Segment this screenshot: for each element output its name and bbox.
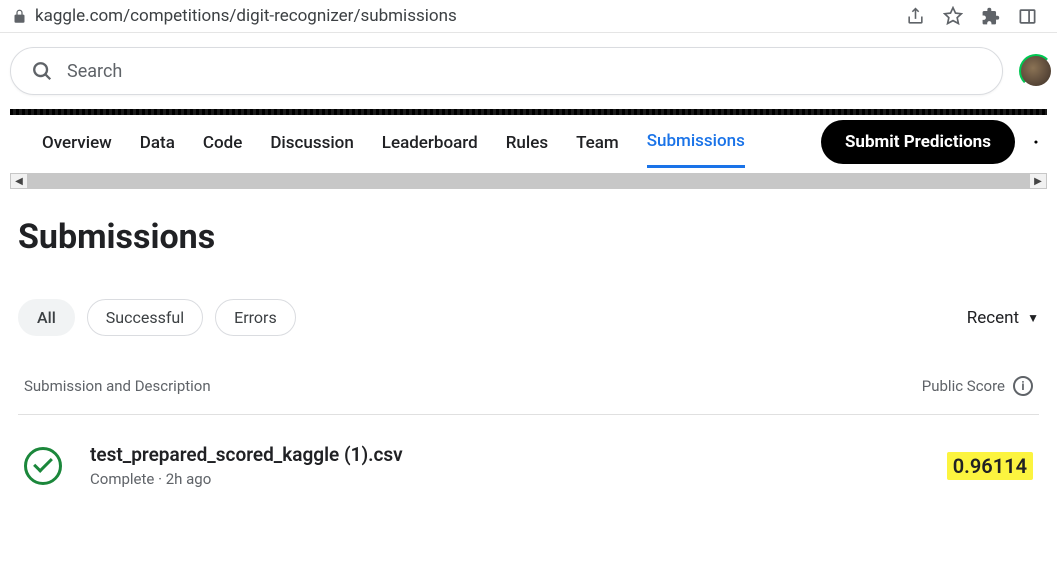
overflow-menu-icon[interactable]: · [1025,130,1047,154]
search-input[interactable] [67,61,982,82]
tab-overview[interactable]: Overview [42,133,112,167]
scroll-right-arrow[interactable]: ▶ [1029,173,1047,189]
success-check-icon [24,447,62,485]
panel-icon[interactable] [1018,7,1037,26]
search-icon [31,60,53,82]
table-header: Submission and Description Public Score … [18,366,1039,415]
chip-all[interactable]: All [18,299,75,336]
sort-dropdown[interactable]: Recent ▼ [967,308,1039,328]
avatar[interactable] [1019,54,1053,88]
share-icon[interactable] [906,7,925,26]
chip-successful[interactable]: Successful [87,299,203,336]
tabs-bar: Overview Data Code Discussion Leaderboar… [0,115,1057,169]
column-submission: Submission and Description [24,377,211,395]
info-icon[interactable]: i [1013,376,1033,396]
tab-leaderboard[interactable]: Leaderboard [382,133,478,167]
column-public-score: Public Score [922,377,1005,395]
submit-predictions-button[interactable]: Submit Predictions [821,120,1015,164]
chevron-down-icon: ▼ [1027,311,1039,325]
lock-icon [12,9,27,24]
tab-team[interactable]: Team [576,133,619,167]
search-row [0,33,1057,109]
page-title: Submissions [18,217,1039,257]
filter-row: All Successful Errors Recent ▼ [18,299,1039,336]
submission-filename: test_prepared_scored_kaggle (1).csv [90,443,947,466]
horizontal-scrollbar[interactable]: ◀ ▶ [10,173,1047,189]
submission-score: 0.96114 [947,452,1033,480]
star-icon[interactable] [943,6,963,26]
tabs: Overview Data Code Discussion Leaderboar… [10,115,821,168]
submission-row[interactable]: test_prepared_scored_kaggle (1).csv Comp… [18,415,1039,516]
sort-label: Recent [967,308,1019,328]
extensions-icon[interactable] [981,7,1000,26]
submission-main: test_prepared_scored_kaggle (1).csv Comp… [90,443,947,488]
tab-code[interactable]: Code [203,133,242,167]
scroll-track[interactable] [28,173,1029,189]
search-box[interactable] [10,47,1003,95]
tab-submissions[interactable]: Submissions [647,131,745,168]
address-bar-actions [906,6,1045,26]
submission-meta: Complete · 2h ago [90,470,947,488]
address-bar: kaggle.com/competitions/digit-recognizer… [0,0,1057,33]
url-text[interactable]: kaggle.com/competitions/digit-recognizer… [35,6,906,26]
tab-data[interactable]: Data [140,133,175,167]
filter-chips: All Successful Errors [18,299,296,336]
scroll-left-arrow[interactable]: ◀ [10,173,28,189]
tab-rules[interactable]: Rules [506,133,548,167]
chip-errors[interactable]: Errors [215,299,296,336]
tab-discussion[interactable]: Discussion [270,133,353,167]
